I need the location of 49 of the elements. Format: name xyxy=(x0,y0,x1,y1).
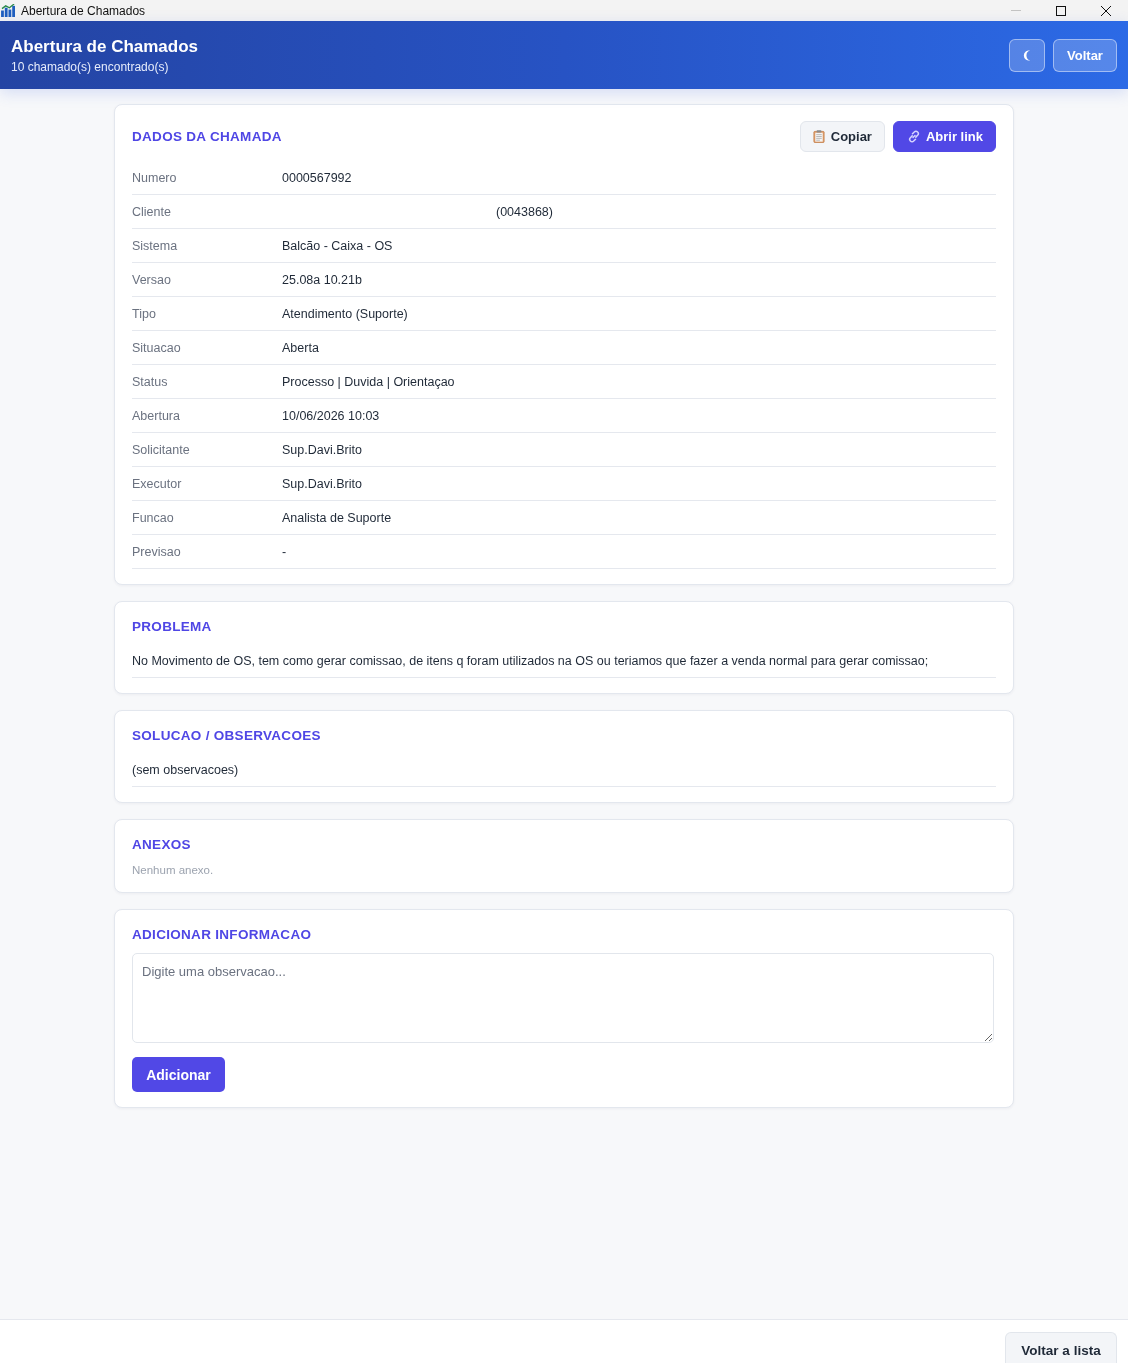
minimize-icon xyxy=(1010,10,1021,11)
field-label: Solicitante xyxy=(132,442,191,457)
field-value: 0000567992 xyxy=(282,170,352,185)
section-heading: ANEXOS xyxy=(132,836,192,854)
field-label: Tipo xyxy=(132,306,157,321)
field-label: Status xyxy=(132,374,169,389)
back-to-list-button[interactable]: Voltar a lista xyxy=(1005,1332,1117,1363)
add-button[interactable]: Adicionar xyxy=(132,1057,225,1092)
window-title: Abertura de Chamados xyxy=(21,3,146,18)
open-link-button[interactable]: Abrir link xyxy=(892,121,996,152)
copy-button[interactable]: Copiar xyxy=(799,121,885,152)
field-value: Atendimento (Suporte) xyxy=(282,306,408,321)
field-label: Previsao xyxy=(132,544,182,559)
section-heading: PROBLEMA xyxy=(132,618,213,636)
empty-message: Nenhum anexo. xyxy=(132,863,215,877)
field-value: (0043868) xyxy=(496,204,553,219)
field-value: Aberta xyxy=(282,340,319,355)
field-label: Funcao xyxy=(132,510,175,525)
field-label: Cliente xyxy=(132,204,172,219)
field-value: Analista de Suporte xyxy=(282,510,392,525)
bar-chart-icon xyxy=(1,4,16,17)
clipboard-icon xyxy=(812,130,825,143)
field-value: Sup.Davi.Brito xyxy=(282,442,362,457)
field-label: Numero xyxy=(132,170,178,185)
field-label: Executor xyxy=(132,476,183,491)
field-label: Situacao xyxy=(132,340,182,355)
solution-text: (sem observacoes) xyxy=(132,754,996,787)
section-heading: SOLUCAO / OBSERVACOES xyxy=(132,727,322,745)
observation-input[interactable]: Digite uma observacao... xyxy=(132,953,994,1043)
field-value: Processo | Duvida | Orientaçao xyxy=(282,374,455,389)
field-value: 10/06/2026 10:03 xyxy=(282,408,380,423)
theme-toggle-button[interactable] xyxy=(1009,38,1045,72)
section-heading: DADOS DA CHAMADA xyxy=(132,127,282,146)
field-label: Versao xyxy=(132,272,172,287)
result-count: 10 chamado(s) encontrado(s) xyxy=(11,58,170,75)
close-icon xyxy=(1100,5,1111,16)
maximize-icon xyxy=(1055,5,1066,16)
field-value: Sup.Davi.Brito xyxy=(282,476,362,491)
link-icon xyxy=(907,130,920,143)
field-label: Abertura xyxy=(132,408,181,423)
back-button[interactable]: Voltar xyxy=(1053,38,1117,72)
field-value: - xyxy=(282,544,287,559)
section-heading: ADICIONAR INFORMACAO xyxy=(132,926,313,944)
field-label: Sistema xyxy=(132,238,179,253)
field-value: Balcão - Caixa - OS xyxy=(282,238,393,253)
field-value: 25.08a 10.21b xyxy=(282,272,362,287)
page-title: Abertura de Chamados xyxy=(11,35,199,58)
problem-text: No Movimento de OS, tem como gerar comissao, de itens q foram utilizados na OS ou teriamos que fazer a venda normal para gerar comissao; xyxy=(132,645,996,678)
moon-icon xyxy=(1022,49,1032,61)
